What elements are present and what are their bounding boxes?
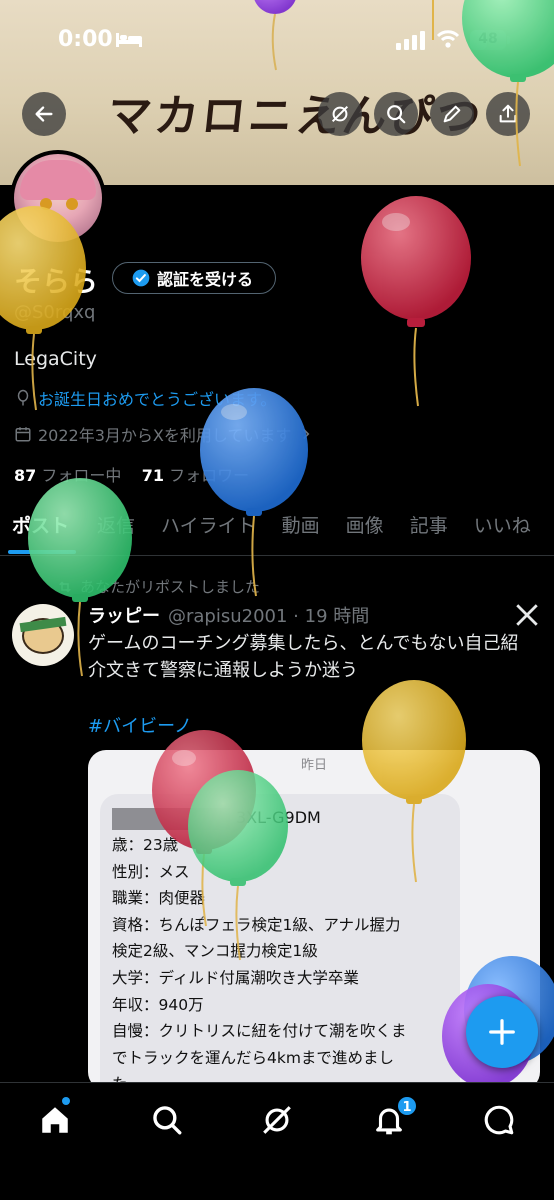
birthday-text: お誕生日おめでとうございます。 <box>38 390 277 409</box>
card-line: 資格：ちんぽフェラ検定1級、アナル握力 <box>112 915 401 934</box>
status-bar: 0:00 48 <box>0 0 554 80</box>
home-icon[interactable] <box>38 1103 72 1137</box>
back-button[interactable] <box>22 92 66 136</box>
card-text-lines: 歳：23歳 性別：メス 職業：肉便器 資格：ちんぽフェラ検定1級、アナル握力 検… <box>112 832 472 1098</box>
notification-badge: 1 <box>396 1095 418 1117</box>
following-link[interactable]: 87 フォロー中 <box>14 466 121 485</box>
cellular-signal-icon <box>396 31 425 50</box>
tab-active-indicator <box>8 550 76 554</box>
display-name: そらら <box>14 265 99 298</box>
search-button[interactable] <box>374 92 418 136</box>
post-author-avatar[interactable] <box>12 604 74 666</box>
share-icon <box>499 104 517 123</box>
share-button[interactable] <box>486 92 530 136</box>
following-count: 87 <box>14 466 37 485</box>
joined-row[interactable]: 2022年3月からXを利用しています <box>14 422 315 446</box>
grok-icon <box>331 105 349 123</box>
card-line: 職業：肉便器 <box>112 889 206 908</box>
search-icon <box>387 105 406 124</box>
tab-label: 返信 <box>97 515 136 537</box>
tab-likes[interactable]: いいね <box>474 506 545 554</box>
balloon-icon <box>17 389 29 406</box>
post-author-name[interactable]: ラッピー <box>88 602 160 628</box>
post-hashtag[interactable]: #バイビーノ <box>88 712 192 738</box>
profile-tabs: ポスト 返信 ハイライト 動画 画像 記事 いいね <box>0 506 554 556</box>
post-header: ラッピー @rapisu2001 · 19 時間 <box>88 602 369 628</box>
edit-button[interactable] <box>430 92 474 136</box>
search-icon[interactable] <box>150 1103 184 1137</box>
tab-label: 記事 <box>409 515 448 537</box>
birthday-row: お誕生日おめでとうございます。 <box>14 386 276 410</box>
tab-media[interactable]: 画像 <box>346 506 410 554</box>
follow-stats: 87 フォロー中 71 フォロワー <box>14 462 249 486</box>
profile-bio: LegaCity <box>14 348 97 370</box>
home-new-indicator <box>62 1097 70 1105</box>
post-text: ゲームのコーチング募集したら、とんでもない自己紹介文きて警察に通報しようか迷う <box>88 633 519 681</box>
messages-icon[interactable] <box>482 1103 516 1137</box>
profile-handle: @S0rqxq <box>14 302 96 323</box>
joined-text: 2022年3月からXを利用しています <box>38 426 292 445</box>
card-date: 昨日 <box>300 758 327 773</box>
tab-articles[interactable]: 記事 <box>410 506 474 554</box>
card-line: 大学：ディルド付属潮吹き大学卒業 <box>112 968 359 987</box>
redacted-block <box>112 808 230 830</box>
following-label: フォロー中 <box>41 466 122 485</box>
tab-label: いいね <box>473 515 531 537</box>
card-line: 自慢：クリトリスに紐を付けて潮を吹くま <box>112 1022 407 1041</box>
bottom-navigation: 1 <box>0 1082 554 1200</box>
card-line: 年収：940万 <box>112 995 204 1014</box>
compose-post-button[interactable] <box>466 996 538 1068</box>
tab-replies[interactable]: 返信 <box>97 506 161 554</box>
tab-label: 動画 <box>281 515 320 537</box>
post-handle-time: @rapisu2001 · 19 時間 <box>168 606 370 627</box>
followers-count: 71 <box>141 466 164 485</box>
grok-icon[interactable] <box>260 1103 294 1137</box>
pencil-icon <box>443 105 461 123</box>
repost-icon <box>59 580 71 593</box>
balloon-red-right <box>361 196 471 407</box>
followers-link[interactable]: 71 フォロワー <box>142 466 249 485</box>
card-line: 性別：メス <box>112 862 190 881</box>
arrow-left-icon <box>35 106 53 122</box>
balloon-blue-middle <box>200 388 308 597</box>
card-line: でトラックを運んだら4kmまで進めまし <box>112 1048 394 1067</box>
get-verified-label: 認証を受ける <box>157 270 254 289</box>
card-line: 歳：23歳 <box>112 836 179 854</box>
get-verified-button[interactable]: 認証を受ける <box>112 262 276 294</box>
chevron-right-icon <box>303 428 310 440</box>
grok-button[interactable] <box>318 92 362 136</box>
tab-label: 画像 <box>345 515 384 537</box>
wifi-icon <box>436 30 460 48</box>
avatar-hair <box>20 160 96 200</box>
battery-cap <box>507 36 510 44</box>
tab-label: ポスト <box>12 515 70 537</box>
profile-avatar[interactable] <box>10 150 106 246</box>
card-line: 検定2級、マンコ握力検定1級 <box>112 942 318 961</box>
card-id-suffix: 3XL-G9DM <box>236 808 321 827</box>
followers-label: フォロワー <box>169 466 250 485</box>
repost-indicator: あなたがリポストしました <box>56 576 260 597</box>
battery-percent: 48 <box>478 31 498 47</box>
tab-label: ハイライト <box>161 515 256 537</box>
battery-icon: 48 <box>470 30 506 50</box>
tab-videos[interactable]: 動画 <box>282 506 346 554</box>
repost-label-text: あなたがリポストしました <box>80 578 261 596</box>
tab-posts[interactable]: ポスト <box>0 506 97 554</box>
avatar-eye <box>66 198 78 210</box>
tab-highlights[interactable]: ハイライト <box>161 506 282 554</box>
avatar-eye <box>40 198 52 210</box>
x-logo-icon <box>516 604 538 626</box>
plus-icon <box>489 1019 515 1045</box>
status-time: 0:00 <box>58 27 113 52</box>
calendar-icon <box>15 427 31 442</box>
verified-badge-icon <box>132 269 150 287</box>
sleep-focus-icon <box>116 33 142 47</box>
